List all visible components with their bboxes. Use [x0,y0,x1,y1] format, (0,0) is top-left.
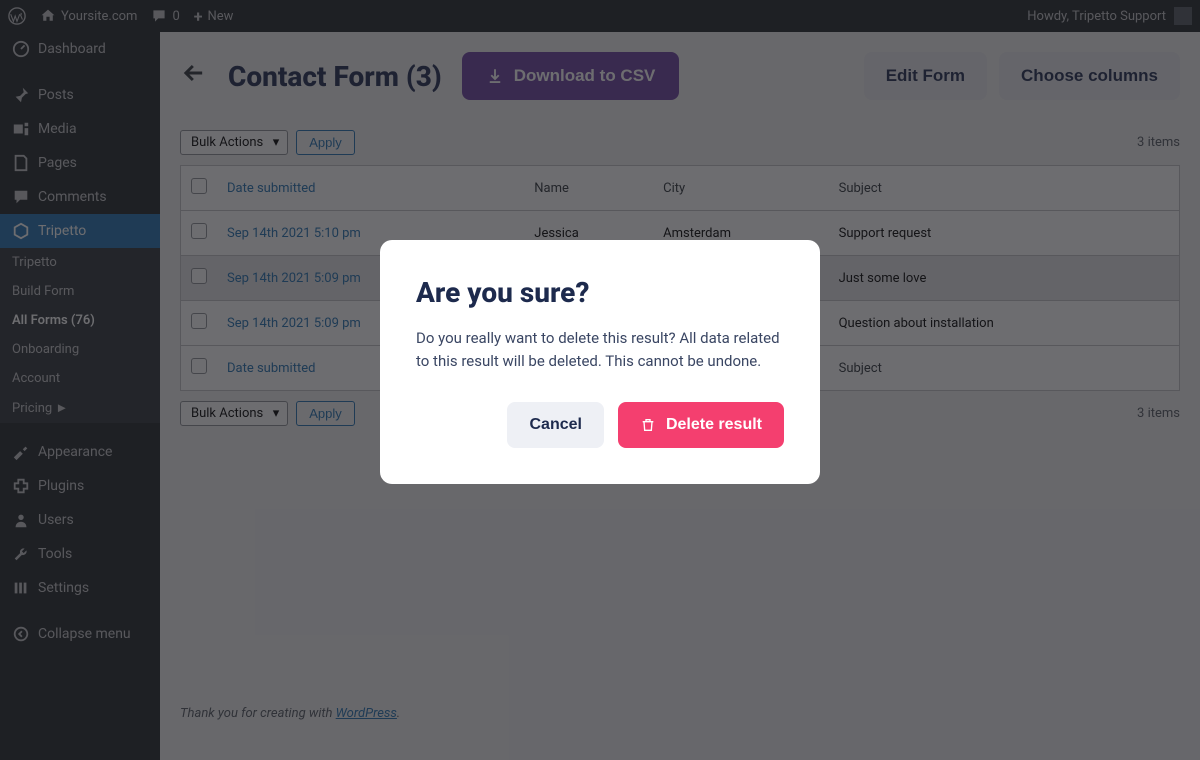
modal-body: Do you really want to delete this result… [416,327,784,374]
cancel-button[interactable]: Cancel [507,402,603,448]
modal-title: Are you sure? [416,276,784,309]
delete-result-button[interactable]: Delete result [618,402,784,448]
confirm-delete-modal: Are you sure? Do you really want to dele… [380,240,820,484]
trash-icon [640,416,656,434]
